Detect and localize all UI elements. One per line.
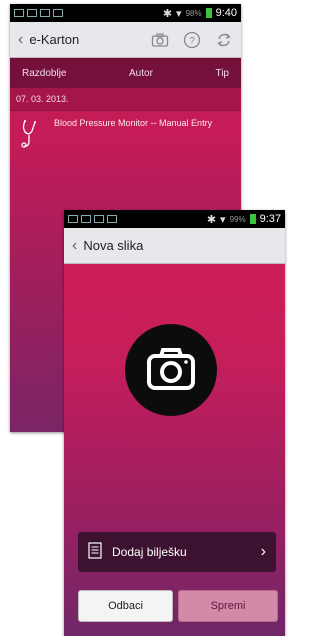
battery-percent: 98% <box>185 8 202 18</box>
file-notification-icon <box>53 9 63 17</box>
back-chevron-icon[interactable]: ‹ <box>18 31 23 49</box>
add-note-label: Dodaj bilješku <box>112 545 187 559</box>
app-notification-icon <box>40 9 50 17</box>
entry-label: Blood Pressure Monitor -- Manual Entry <box>54 118 213 128</box>
app-notification-icon <box>94 215 104 223</box>
back-chevron-icon[interactable]: ‹ <box>72 237 77 255</box>
list-item[interactable]: Blood Pressure Monitor -- Manual Entry <box>10 111 241 162</box>
battery-icon <box>205 8 212 18</box>
image-notification-icon <box>68 215 78 223</box>
date-section-header: 07. 03. 2013. <box>10 88 241 111</box>
battery-percent: 99% <box>229 214 246 224</box>
mail-notification-icon <box>27 9 37 17</box>
wifi-icon: ▾ <box>176 7 182 20</box>
stethoscope-icon <box>20 119 42 154</box>
discard-button[interactable]: Odbaci <box>78 590 173 622</box>
wifi-icon: ▾ <box>220 213 226 226</box>
refresh-icon[interactable] <box>215 31 233 49</box>
save-button[interactable]: Spremi <box>178 590 278 622</box>
clock: 9:37 <box>259 213 281 225</box>
front-phone-screen: ✱ ▾ 99% 9:37 ‹ Nova slika Dodaj bilješku… <box>64 210 285 636</box>
camera-icon <box>147 348 195 390</box>
status-bar: ✱ ▾ 98% 9:40 <box>10 4 241 22</box>
tab-period[interactable]: Razdoblje <box>22 68 66 79</box>
mail-notification-icon <box>81 215 91 223</box>
status-bar: ✱ ▾ 99% 9:37 <box>64 210 285 228</box>
chevron-right-icon: › <box>260 543 266 560</box>
action-bar: ‹ e-Karton ? <box>10 22 241 58</box>
battery-icon <box>249 214 256 224</box>
clock: 9:40 <box>215 7 237 19</box>
filter-tabs: Razdoblje Autor Tip <box>10 58 241 88</box>
bluetooth-icon: ✱ <box>206 213 217 226</box>
note-icon <box>88 542 102 562</box>
notification-icons <box>14 9 63 17</box>
tab-type[interactable]: Tip <box>215 68 229 79</box>
file-notification-icon <box>107 215 117 223</box>
image-notification-icon <box>14 9 24 17</box>
page-title: Nova slika <box>83 238 144 253</box>
take-photo-button[interactable] <box>125 324 217 416</box>
help-icon[interactable]: ? <box>183 31 201 49</box>
notification-icons <box>68 215 117 223</box>
page-title: e-Karton <box>29 32 80 47</box>
tab-author[interactable]: Autor <box>129 68 153 79</box>
action-bar: ‹ Nova slika <box>64 228 285 264</box>
svg-text:?: ? <box>189 36 195 47</box>
add-note-button[interactable]: Dodaj bilješku › <box>78 532 276 572</box>
bluetooth-icon: ✱ <box>162 7 173 20</box>
camera-icon[interactable] <box>151 32 169 48</box>
